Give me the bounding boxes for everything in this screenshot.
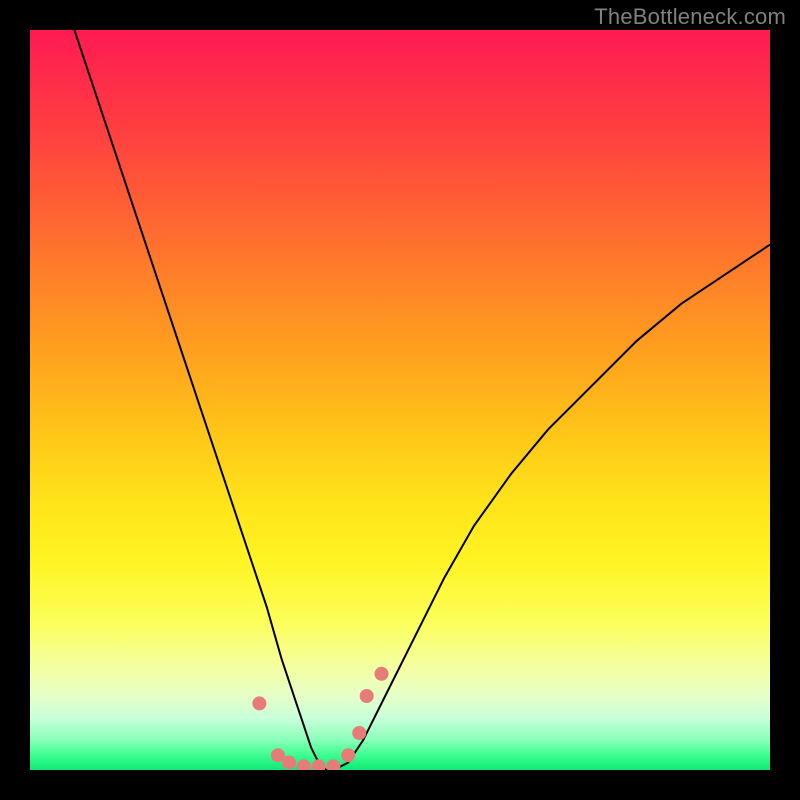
marker-dot xyxy=(341,748,355,762)
marker-dot xyxy=(312,759,326,770)
chart-svg xyxy=(30,30,770,770)
marker-dot xyxy=(375,667,389,681)
marker-dot xyxy=(297,759,311,770)
curve-line xyxy=(74,30,770,770)
chart-frame: TheBottleneck.com xyxy=(0,0,800,800)
marker-dot xyxy=(282,756,296,770)
watermark-text: TheBottleneck.com xyxy=(594,4,786,30)
marker-dot xyxy=(326,759,340,770)
bottleneck-curve xyxy=(74,30,770,770)
marker-dot xyxy=(252,696,266,710)
highlight-markers xyxy=(252,667,388,770)
marker-dot xyxy=(352,726,366,740)
plot-area xyxy=(30,30,770,770)
marker-dot xyxy=(360,689,374,703)
